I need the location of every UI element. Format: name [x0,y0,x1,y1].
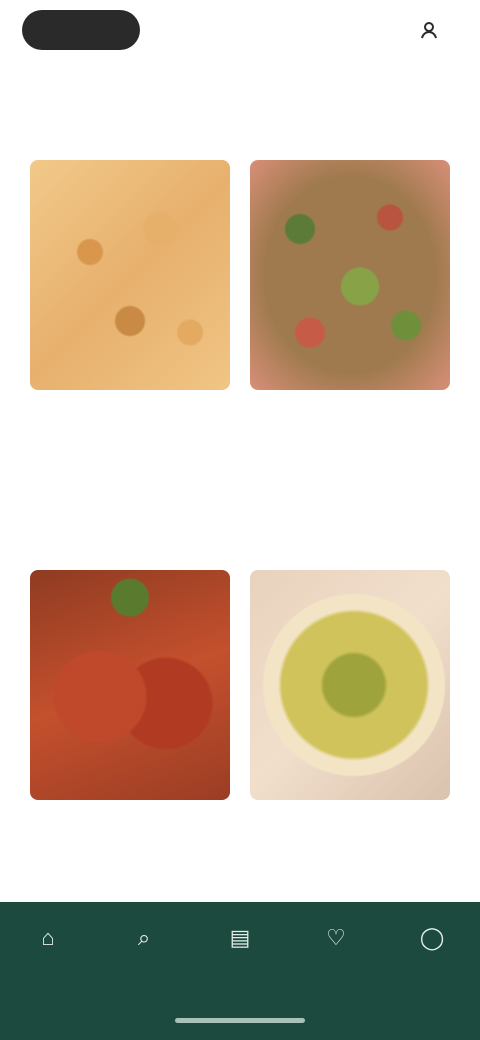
nav-item-profile[interactable]: ◯ [392,926,472,958]
logo[interactable] [22,10,140,50]
account-area[interactable] [418,18,450,42]
nav-item-favorites[interactable]: ♡ [296,926,376,958]
user-icon [418,19,440,41]
top-bar [0,0,480,60]
recipes-screen: ⌂ ⌕ ▤ ♡ ◯ [0,0,480,1040]
book-icon: ▤ [229,925,251,950]
bowl-image[interactable] [250,570,450,800]
recipe-card[interactable] [30,160,230,540]
recipe-meta [250,814,450,834]
home-indicator [175,1018,305,1023]
recipe-grid [30,160,450,950]
heart-icon: ♡ [326,925,346,950]
baked-pasta-image[interactable] [30,160,230,390]
recipe-meta [30,404,230,424]
recipe-card[interactable] [30,570,230,950]
nav-item-home[interactable]: ⌂ [8,926,88,958]
recipe-card[interactable] [250,570,450,950]
nav-item-recipes[interactable]: ▤ [200,926,280,958]
stuffed-pepper-image[interactable] [30,570,230,800]
salad-image[interactable] [250,160,450,390]
recipe-card[interactable] [250,160,450,540]
search-icon: ⌕ [137,925,151,950]
user-icon: ◯ [419,925,445,950]
home-icon: ⌂ [41,925,55,950]
recipe-meta [250,404,450,424]
recipe-meta [30,814,230,834]
nav-item-search[interactable]: ⌕ [104,926,184,958]
